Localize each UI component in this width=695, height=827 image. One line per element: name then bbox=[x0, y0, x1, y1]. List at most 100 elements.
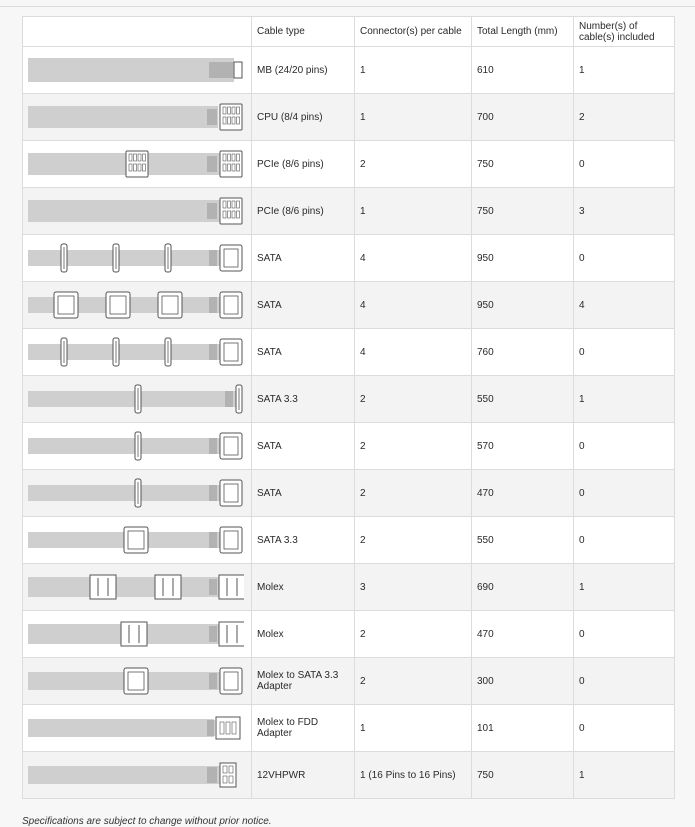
sata33-cable-icon bbox=[28, 526, 243, 554]
included-cell: 1 bbox=[573, 375, 675, 423]
cable-type-cell: SATA bbox=[251, 469, 355, 517]
table-row: PCIe (8/6 pins) 2 750 0 bbox=[22, 140, 675, 188]
cable-image-cell bbox=[22, 610, 252, 658]
connectors-cell: 4 bbox=[354, 328, 472, 376]
cable-type-cell: CPU (8/4 pins) bbox=[251, 93, 355, 141]
cable-image-cell bbox=[22, 516, 252, 564]
cable-image-cell bbox=[22, 563, 252, 611]
table-row: SATA 4 760 0 bbox=[22, 328, 675, 376]
sata33-slim-cable-icon bbox=[28, 384, 243, 414]
table-row: SATA 3.3 2 550 0 bbox=[22, 516, 675, 564]
connectors-cell: 2 bbox=[354, 375, 472, 423]
length-cell: 570 bbox=[471, 422, 574, 470]
mb-cable-icon bbox=[28, 58, 243, 82]
sata-slim-cable-icon bbox=[28, 243, 243, 273]
cable-image-cell bbox=[22, 328, 252, 376]
cable-image-cell bbox=[22, 93, 252, 141]
cable-type-cell: SATA bbox=[251, 328, 355, 376]
included-cell: 1 bbox=[573, 563, 675, 611]
included-cell: 0 bbox=[573, 234, 675, 282]
included-cell: 0 bbox=[573, 657, 675, 705]
connectors-cell: 4 bbox=[354, 234, 472, 282]
connectors-cell: 1 (16 Pins to 16 Pins) bbox=[354, 751, 472, 799]
included-cell: 0 bbox=[573, 140, 675, 188]
length-cell: 101 bbox=[471, 704, 574, 752]
table-row: 12VHPWR 1 (16 Pins to 16 Pins) 750 1 bbox=[22, 751, 675, 799]
connectors-cell: 1 bbox=[354, 46, 472, 94]
sata-wide-cable-icon bbox=[28, 291, 243, 319]
sata-2-cable-icon bbox=[28, 431, 243, 461]
sata-2-slim-cable-icon bbox=[28, 478, 243, 508]
header-connectors: Connector(s) per cable bbox=[354, 16, 472, 47]
included-cell: 0 bbox=[573, 328, 675, 376]
cable-type-cell: PCIe (8/6 pins) bbox=[251, 187, 355, 235]
cable-image-cell bbox=[22, 422, 252, 470]
table-row: SATA 4 950 4 bbox=[22, 281, 675, 329]
connectors-cell: 2 bbox=[354, 516, 472, 564]
molex-fdd-adapter-icon bbox=[28, 716, 241, 740]
length-cell: 700 bbox=[471, 93, 574, 141]
cable-type-cell: SATA bbox=[251, 234, 355, 282]
header-total-length: Total Length (mm) bbox=[471, 16, 574, 47]
cable-type-cell: Molex bbox=[251, 610, 355, 658]
cable-image-cell bbox=[22, 657, 252, 705]
sata-slim-cable-icon bbox=[28, 337, 243, 367]
cpu-cable-icon bbox=[28, 103, 243, 131]
included-cell: 0 bbox=[573, 422, 675, 470]
length-cell: 470 bbox=[471, 469, 574, 517]
table-header-row: Cable type Connector(s) per cable Total … bbox=[22, 16, 675, 47]
table-row: SATA 2 470 0 bbox=[22, 469, 675, 517]
connectors-cell: 2 bbox=[354, 610, 472, 658]
included-cell: 0 bbox=[573, 469, 675, 517]
cable-type-cell: SATA 3.3 bbox=[251, 516, 355, 564]
cable-type-cell: Molex to FDD Adapter bbox=[251, 704, 355, 752]
pcie-cable-icon bbox=[28, 197, 243, 225]
cable-type-cell: SATA 3.3 bbox=[251, 375, 355, 423]
included-cell: 3 bbox=[573, 187, 675, 235]
included-cell: 0 bbox=[573, 516, 675, 564]
connectors-cell: 2 bbox=[354, 422, 472, 470]
table-row: Molex to FDD Adapter 1 101 0 bbox=[22, 704, 675, 752]
cable-type-cell: 12VHPWR bbox=[251, 751, 355, 799]
cable-type-cell: MB (24/20 pins) bbox=[251, 46, 355, 94]
cable-image-cell bbox=[22, 187, 252, 235]
cable-type-cell: Molex to SATA 3.3 Adapter bbox=[251, 657, 355, 705]
table-row: Molex to SATA 3.3 Adapter 2 300 0 bbox=[22, 657, 675, 705]
cable-image-cell bbox=[22, 281, 252, 329]
length-cell: 470 bbox=[471, 610, 574, 658]
length-cell: 550 bbox=[471, 375, 574, 423]
length-cell: 610 bbox=[471, 46, 574, 94]
molex-sata-adapter-icon bbox=[28, 667, 243, 695]
cable-image-cell bbox=[22, 234, 252, 282]
length-cell: 750 bbox=[471, 140, 574, 188]
header-cable-type: Cable type bbox=[251, 16, 355, 47]
header-image bbox=[22, 16, 252, 47]
length-cell: 750 bbox=[471, 187, 574, 235]
connectors-cell: 1 bbox=[354, 187, 472, 235]
top-divider bbox=[0, 0, 695, 7]
table-row: Molex 2 470 0 bbox=[22, 610, 675, 658]
table-row: SATA 4 950 0 bbox=[22, 234, 675, 282]
length-cell: 760 bbox=[471, 328, 574, 376]
cable-spec-table: Cable type Connector(s) per cable Total … bbox=[22, 16, 675, 799]
cable-type-cell: SATA bbox=[251, 281, 355, 329]
included-cell: 0 bbox=[573, 610, 675, 658]
cable-type-cell: SATA bbox=[251, 422, 355, 470]
connectors-cell: 2 bbox=[354, 657, 472, 705]
cable-image-cell bbox=[22, 469, 252, 517]
table-row: PCIe (8/6 pins) 1 750 3 bbox=[22, 187, 675, 235]
footnote: Specifications are subject to change wit… bbox=[22, 816, 272, 827]
included-cell: 1 bbox=[573, 751, 675, 799]
cable-image-cell bbox=[22, 140, 252, 188]
included-cell: 4 bbox=[573, 281, 675, 329]
table-row: SATA 2 570 0 bbox=[22, 422, 675, 470]
included-cell: 0 bbox=[573, 704, 675, 752]
connectors-cell: 1 bbox=[354, 93, 472, 141]
cable-image-cell bbox=[22, 751, 252, 799]
cable-image-cell bbox=[22, 46, 252, 94]
length-cell: 550 bbox=[471, 516, 574, 564]
connectors-cell: 4 bbox=[354, 281, 472, 329]
connectors-cell: 1 bbox=[354, 704, 472, 752]
length-cell: 690 bbox=[471, 563, 574, 611]
connectors-cell: 3 bbox=[354, 563, 472, 611]
